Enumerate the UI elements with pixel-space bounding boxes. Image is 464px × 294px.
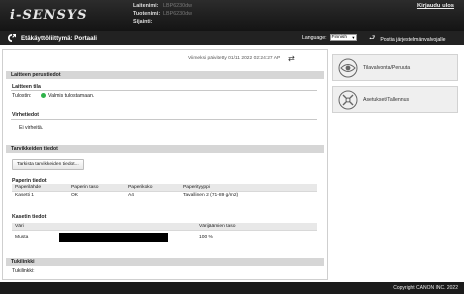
language-value: Finnish [331, 35, 347, 40]
printer-label: Tulostin: [12, 93, 32, 99]
logout-arrow-icon: ⮐ [369, 35, 376, 42]
cartridge-header-row: Väri Värijäämien taso [12, 223, 317, 231]
paper-size-cell: A4 [128, 193, 134, 199]
cartridge-info-title: Kasetin tiedot [12, 214, 47, 220]
paper-table: Paperilähde Paperin taso Paperikoko Pape… [12, 184, 317, 200]
brand-logo: i-SENSYS [10, 8, 88, 23]
paper-level-cell: OK [71, 193, 79, 199]
section-supplies: Tarvikkeiden tiedot [6, 145, 324, 153]
col-toner-level: Värijäämien taso [196, 223, 317, 231]
device-name-label: Laitenimi: [133, 3, 159, 9]
error-info-title: Virhetiedot [12, 112, 39, 118]
refresh-icon[interactable]: ⇄ [288, 54, 295, 63]
col-paper-type: Paperityyppi [180, 184, 317, 192]
product-name-value: LBP6230dw [163, 11, 193, 17]
settings-registration-button[interactable]: Asetukset/Tallennus [332, 86, 458, 113]
location-label: Sijainti: [133, 19, 153, 25]
main-panel: Viimeksi päivitetty 01/11 2022 02:24:27 … [2, 49, 328, 280]
printer-status-text: Valmis tulostamaan. [48, 92, 95, 99]
divider [11, 119, 317, 120]
settings-icon [338, 90, 358, 109]
col-paper-level: Paperin taso [68, 184, 125, 192]
footer-copyright: Copyright CANON INC. 2022 [0, 282, 464, 294]
paper-header-row: Paperilähde Paperin taso Paperikoko Pape… [12, 184, 317, 192]
support-link-value: Tukilinkki: [12, 268, 35, 274]
settings-label: Asetukset/Tallennus [363, 96, 410, 103]
home-icon[interactable] [7, 33, 17, 43]
language-label: Language: [302, 34, 327, 41]
top-header: i-SENSYS Laitenimi: LBP6230dw Tuotenimi: L… [0, 0, 464, 31]
language-selector: Language: Finnish ▾ [302, 34, 357, 41]
device-name-value: LBP6230dw [163, 3, 193, 9]
printer-status: Valmis tulostamaan. [41, 93, 94, 99]
col-paper-source: Paperilähde [12, 184, 68, 192]
col-color: Väri [12, 223, 56, 231]
mail-admin-link[interactable]: ⮐ Postia järjestelmänvalvojalle [369, 34, 445, 45]
col-paper-size: Paperikoko [125, 184, 180, 192]
last-updated: Viimeksi päivitetty 01/11 2022 02:24:27 … [188, 56, 281, 61]
device-info: Laitenimi: LBP6230dw Tuotenimi: LBP6230dw … [133, 2, 192, 26]
status-ok-icon [41, 92, 46, 98]
col-bar [56, 223, 196, 231]
toner-bar-cell [56, 230, 196, 244]
logout-link[interactable]: Kirjaudu ulos [417, 3, 454, 9]
mail-admin-label: Postia järjestelmänvalvojalle [380, 36, 446, 43]
error-info-value: Ei virheitä. [19, 125, 44, 131]
language-select[interactable]: Finnish ▾ [329, 34, 357, 41]
title-bar: Etäkäyttöliittymä: Portaali Language: Fi… [0, 31, 464, 45]
status-monitor-label: Tilavalvonta/Peruuta [363, 64, 411, 71]
paper-type-cell: Tavallinen 2 (71-89 g/m2) [183, 193, 239, 199]
page-title: Etäkäyttöliittymä: Portaali [21, 34, 97, 42]
table-row: Musta 100 % [12, 230, 317, 244]
toner-level-bar [59, 232, 168, 242]
paper-source-cell: Kasetti 1 [15, 193, 35, 199]
check-supplies-button[interactable]: Tarkista tarvikkeiden tiedot... [12, 159, 84, 170]
cartridge-table: Väri Värijäämien taso Musta 100 % [12, 223, 317, 244]
toner-level-cell: 100 % [199, 234, 213, 240]
status-monitor-icon [338, 58, 358, 77]
divider [11, 90, 317, 91]
chevron-down-icon: ▾ [352, 35, 355, 40]
cartridge-color-cell: Musta [15, 234, 29, 240]
product-name-label: Tuotenimi: [133, 11, 161, 17]
table-row: Kasetti 1 OK A4 Tavallinen 2 (71-89 g/m2… [12, 191, 317, 200]
section-support: Tukilinkki [6, 258, 324, 266]
status-monitor-button[interactable]: Tilavalvonta/Peruuta [332, 54, 458, 81]
section-device-basic: Laitteen perustiedot [6, 71, 324, 79]
